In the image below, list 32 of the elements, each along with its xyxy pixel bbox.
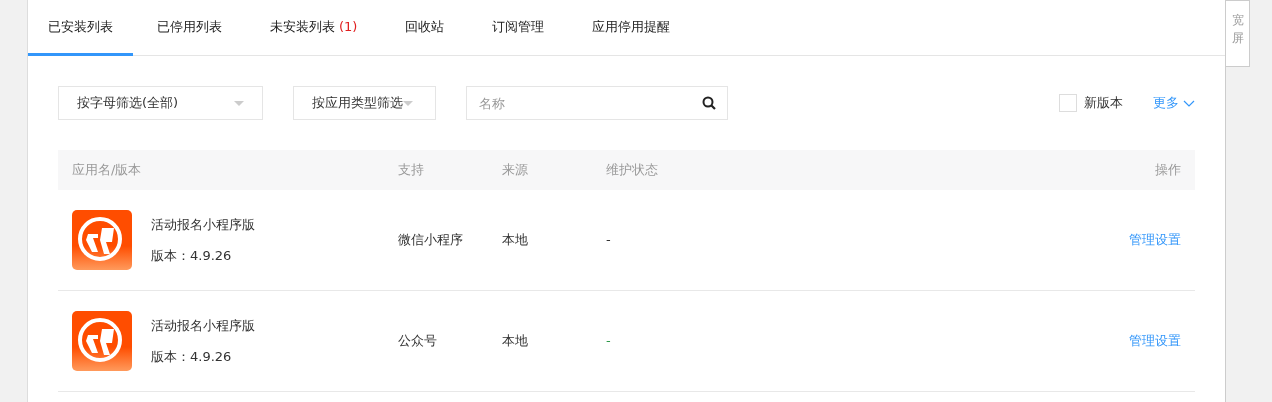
table-cell: 本地 xyxy=(502,232,528,248)
status-text: - xyxy=(606,232,611,248)
table-cell: 微信小程序 xyxy=(398,232,463,248)
chevron-down-icon xyxy=(1183,99,1195,107)
caret-icon xyxy=(403,100,413,106)
tab[interactable]: 已安装列表 xyxy=(28,0,133,56)
column-header: 来源 xyxy=(502,162,528,178)
type-filter-dropdown[interactable]: 按应用类型筛选 xyxy=(293,86,436,120)
app-logo-icon xyxy=(72,210,132,270)
app-version: 版本：4.9.26 xyxy=(151,348,233,366)
tab[interactable]: 回收站 xyxy=(381,0,469,56)
search-icon[interactable] xyxy=(702,96,716,110)
app-name: 活动报名小程序版 xyxy=(151,316,255,335)
tab[interactable]: 已停用列表 xyxy=(133,0,246,56)
column-header: 操作 xyxy=(1155,162,1181,178)
checkbox-label: 新版本 xyxy=(1084,94,1123,113)
table-cell: 本地 xyxy=(502,333,528,349)
column-header: 维护状态 xyxy=(606,162,658,178)
app-logo-icon xyxy=(72,311,132,371)
search-field[interactable]: 名称 xyxy=(466,86,728,120)
app-version: 版本：4.9.26 xyxy=(151,247,233,265)
status-text: - xyxy=(606,333,611,349)
table-cell: 公众号 xyxy=(398,333,437,349)
caret-icon xyxy=(234,100,244,106)
app-name: 活动报名小程序版 xyxy=(151,215,255,234)
tab[interactable]: 未安装列表 (1) xyxy=(246,0,382,56)
column-header: 应用名/版本 xyxy=(72,162,142,178)
letter-filter-dropdown[interactable]: 按字母筛选(全部) xyxy=(58,86,263,120)
checkbox[interactable] xyxy=(1059,94,1077,112)
tab[interactable]: 应用停用提醒 xyxy=(568,0,695,56)
column-header: 支持 xyxy=(398,162,424,178)
tab[interactable]: 订阅管理 xyxy=(468,0,569,56)
